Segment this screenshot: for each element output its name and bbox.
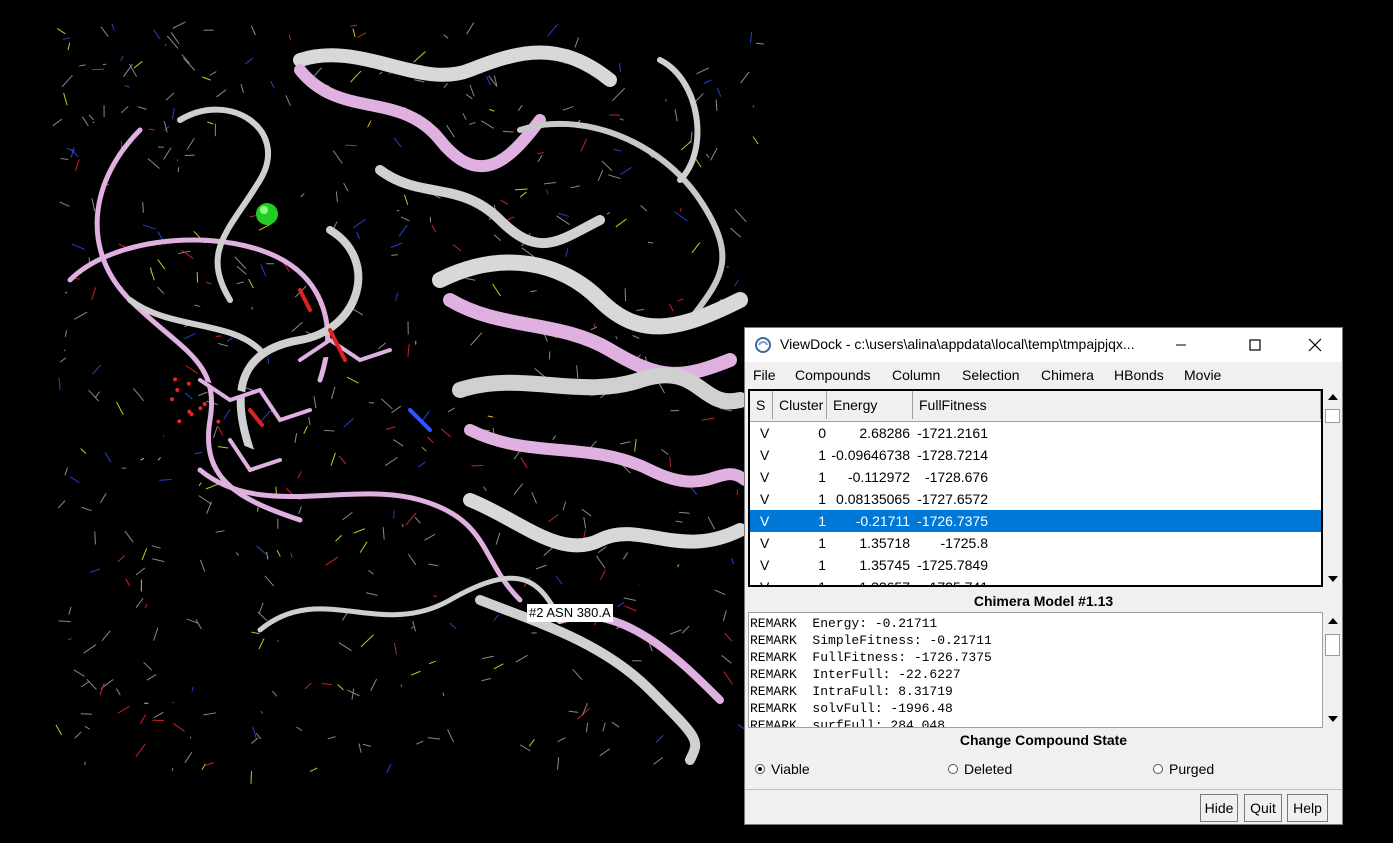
scroll-thumb[interactable] [1325,409,1340,423]
remark-line: REMARK FullFitness: -1726.7375 [750,650,992,665]
cell-energy: 1.32657 [859,579,910,587]
cell-s: V [760,535,770,551]
radio-unselected-icon[interactable] [948,764,958,774]
cell-s: V [760,469,770,485]
cell-cluster: 1 [818,557,826,573]
cell-s: V [760,491,770,507]
column-header-fullfitness[interactable]: FullFitness [913,391,1321,419]
atom-label: #2 ASN 380.A [527,604,613,622]
ion-sphere[interactable] [256,203,278,225]
cell-fullfitness: -1725.8 [940,535,988,551]
scroll-thumb[interactable] [1325,634,1340,656]
table-body: V 0 2.68286 -1721.2161 V 1 -0.09646738 -1728.72… [750,422,1321,587]
scroll-up-icon[interactable] [1328,618,1338,624]
menu-hbonds[interactable]: HBonds [1114,367,1164,383]
cell-energy: 0.08135065 [836,491,910,507]
remark-line: REMARK InterFull: -22.6227 [750,667,961,682]
cell-cluster: 1 [818,535,826,551]
remark-text-area[interactable]: REMARK Energy: -0.21711 REMARK SimpleFitn… [748,612,1323,728]
state-title: Change Compound State [959,732,1128,748]
cell-fullfitness: -1726.7375 [917,513,988,529]
cell-cluster: 1 [818,469,826,485]
chimera-app-icon [755,337,771,353]
column-header-energy[interactable]: Energy [827,391,913,419]
cell-fullfitness: -1728.7214 [917,447,988,463]
radio-viable[interactable]: Viable [755,761,810,777]
scroll-down-icon[interactable] [1328,576,1338,582]
radio-deleted[interactable]: Deleted [948,761,1012,777]
table-scrollbar[interactable] [1323,389,1342,587]
cell-energy: -0.09646738 [831,447,910,463]
divider [745,789,1342,790]
maximize-button[interactable] [1232,328,1278,362]
column-header-cluster[interactable]: Cluster [773,391,827,419]
cell-s: V [760,579,770,587]
cell-fullfitness: -1725.7849 [917,557,988,573]
table-row[interactable]: V 0 2.68286 -1721.2161 [750,422,1321,444]
title-bar[interactable]: ViewDock - c:\users\alina\appdata\local\… [745,328,1342,362]
cell-fullfitness: -1725.741 [924,579,988,587]
cell-s: V [760,425,770,441]
radio-unselected-icon[interactable] [1153,764,1163,774]
table-header: S Cluster Energy FullFitness [750,391,1321,422]
cell-energy: 1.35745 [859,557,910,573]
menu-file[interactable]: File [753,367,776,383]
model-title: Chimera Model #1.13 [973,593,1114,609]
table-row[interactable]: V 1 -0.112972 -1728.676 [750,466,1321,488]
table-row[interactable]: V 1 -0.09646738 -1728.7214 [750,444,1321,466]
cell-cluster: 0 [818,425,826,441]
cell-cluster: 1 [818,491,826,507]
window-title: ViewDock - c:\users\alina\appdata\local\… [780,336,1135,352]
remark-scrollbar[interactable] [1323,612,1342,728]
cell-s: V [760,447,770,463]
menu-column[interactable]: Column [892,367,940,383]
remark-line: REMARK solvFull: -1996.48 [750,701,953,716]
remark-line: REMARK Energy: -0.21711 [750,616,938,631]
column-header-s[interactable]: S [750,391,773,419]
viewdock-window[interactable]: ViewDock - c:\users\alina\appdata\local\… [744,327,1343,825]
close-button[interactable] [1292,328,1338,362]
cell-energy: 1.35718 [859,535,910,551]
hide-button[interactable]: Hide [1200,794,1238,822]
remark-line: REMARK SimpleFitness: -0.21711 [750,633,992,648]
menu-chimera[interactable]: Chimera [1041,367,1094,383]
close-icon [1308,338,1322,352]
compound-table[interactable]: S Cluster Energy FullFitness V 0 2.68286 -1… [748,389,1323,587]
table-row[interactable]: V 1 -0.21711 -1726.7375 [750,510,1321,532]
maximize-icon [1249,339,1261,351]
scroll-down-icon[interactable] [1328,716,1338,722]
cell-fullfitness: -1727.6572 [917,491,988,507]
table-row[interactable]: V 1 0.08135065 -1727.6572 [750,488,1321,510]
menu-bar: File Compounds Column Selection Chimera … [745,364,1342,386]
radio-purged[interactable]: Purged [1153,761,1214,777]
table-row[interactable]: V 1 1.35745 -1725.7849 [750,554,1321,576]
quit-button[interactable]: Quit [1244,794,1282,822]
scroll-up-icon[interactable] [1328,394,1338,400]
cell-cluster: 1 [818,579,826,587]
cell-s: V [760,513,770,529]
cell-energy: -0.112972 [847,469,910,485]
cell-energy: -0.21711 [855,513,910,529]
cell-energy: 2.68286 [859,425,910,441]
cell-cluster: 1 [818,447,826,463]
minimize-icon [1176,344,1186,346]
menu-compounds[interactable]: Compounds [795,367,871,383]
remark-line: REMARK IntraFull: 8.31719 [750,684,953,699]
cell-fullfitness: -1721.2161 [917,425,988,441]
cell-fullfitness: -1728.676 [924,469,988,485]
table-row[interactable]: V 1 1.35718 -1725.8 [750,532,1321,554]
minimize-button[interactable] [1158,328,1204,362]
cell-cluster: 1 [818,513,826,529]
remark-line: REMARK surfFull: 284.048 [750,718,946,728]
radio-selected-icon[interactable] [755,764,765,774]
help-button[interactable]: Help [1287,794,1328,822]
table-row[interactable]: V 1 1.32657 -1725.741 [750,576,1321,587]
menu-selection[interactable]: Selection [962,367,1020,383]
menu-movie[interactable]: Movie [1184,367,1221,383]
cell-s: V [760,557,770,573]
